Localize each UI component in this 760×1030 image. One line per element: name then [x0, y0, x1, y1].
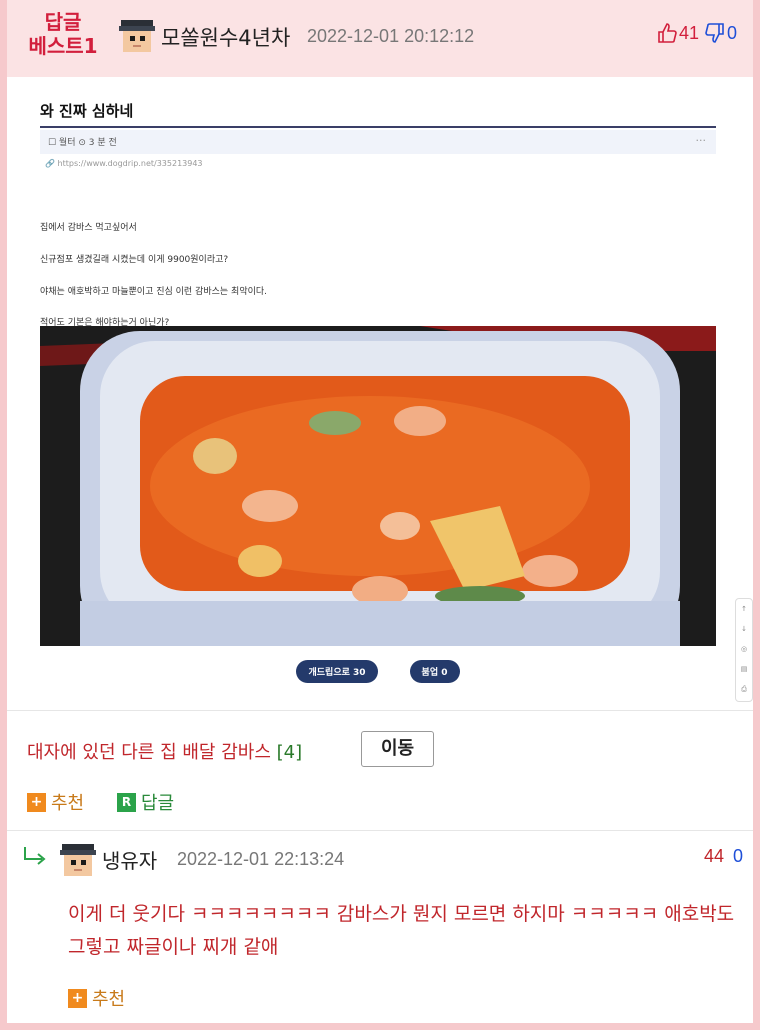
comment-icon[interactable]: ◎ [736, 639, 752, 659]
embed-line: 신규점포 생겼길래 시켰는데 이게 9900원이라고? [40, 255, 229, 265]
scroll-up-icon[interactable]: ↑ [736, 599, 752, 619]
embed-title: 와 진짜 심하네 [40, 102, 134, 120]
scroll-down-icon[interactable]: ↓ [736, 619, 752, 639]
side-toolbar: ↑ ↓ ◎ ▤ ⎙ [735, 598, 753, 702]
print-icon[interactable]: ⎙ [736, 679, 752, 699]
thumbs-up-icon[interactable] [657, 22, 677, 44]
embed-url: 🔗 https://www.dogdrip.net/335213943 [45, 159, 203, 168]
move-button[interactable]: 이동 [361, 731, 434, 767]
avatar[interactable] [119, 18, 155, 54]
related-post-link[interactable]: 대자에 있던 다른 집 배달 감바스 [4] [27, 738, 302, 764]
divider [7, 710, 753, 711]
divider [7, 830, 753, 831]
dislike-button[interactable]: 붐업 0 [409, 660, 460, 683]
best-reply-badge: 답글 베스트1 [28, 10, 98, 58]
recommend-label: 추천 [51, 793, 85, 814]
reply-icon: R [117, 792, 136, 812]
comment-page: 답글 베스트1 모쏠원수4년차 2022-12-01 20:12:12 41 0… [7, 0, 753, 1023]
upvote-count: 44 [703, 846, 724, 866]
plus-icon: + [68, 988, 87, 1008]
downvote-count: 0 [726, 22, 737, 43]
post-date: 2022-12-01 20:12:12 [307, 26, 475, 46]
thumbs-down-icon[interactable] [705, 22, 725, 44]
comment-author[interactable]: 냉유자 [102, 845, 157, 874]
plus-icon: + [27, 792, 46, 812]
comment-vote-counts: 44 0 [704, 846, 743, 867]
embed-vote-buttons: 개드립으로 30 붐업 0 [40, 660, 716, 683]
gambas-photo [40, 326, 716, 646]
embed-line: 집에서 감바스 먹고싶어서 [40, 223, 137, 233]
comment-recommend-button[interactable]: + 추천 [68, 985, 125, 1011]
upvote-count: 41 [678, 22, 699, 43]
recommend-button[interactable]: + 추천 [27, 789, 84, 815]
embed-meta: ☐ 월터 ⊙ 3 분 전 ··· [40, 130, 716, 154]
reply-arrow-icon [24, 847, 46, 865]
best-comment-header: 답글 베스트1 모쏠원수4년차 2022-12-01 20:12:12 41 0 [7, 0, 753, 77]
recommend-label: 추천 [92, 989, 126, 1010]
embed-line: 야채는 애호박하고 마늘뿐이고 진심 이런 감바스는 최악이다. [40, 287, 268, 297]
more-icon: ··· [695, 134, 707, 147]
vote-counts: 41 0 [657, 22, 737, 44]
list-icon[interactable]: ▤ [736, 659, 752, 679]
like-button[interactable]: 개드립으로 30 [296, 660, 378, 683]
reply-button[interactable]: R 답글 [117, 789, 174, 815]
comment-body: 이게 더 웃기다 ㅋㅋㅋㅋㅋㅋㅋㅋ 감바스가 뭔지 모르면 하지마 ㅋㅋㅋㅋㅋ … [68, 903, 735, 958]
embed-divider [40, 126, 716, 128]
reply-label: 답글 [141, 793, 175, 814]
embedded-screenshot: 와 진짜 심하네 ☐ 월터 ⊙ 3 분 전 ··· 🔗 https://www.… [40, 88, 722, 708]
author-name[interactable]: 모쏠원수4년차 [161, 22, 290, 52]
avatar[interactable] [60, 842, 96, 878]
comment-date: 2022-12-01 22:13:24 [177, 849, 345, 869]
downvote-count: 0 [732, 846, 743, 866]
comment-count: [4] [276, 742, 303, 763]
